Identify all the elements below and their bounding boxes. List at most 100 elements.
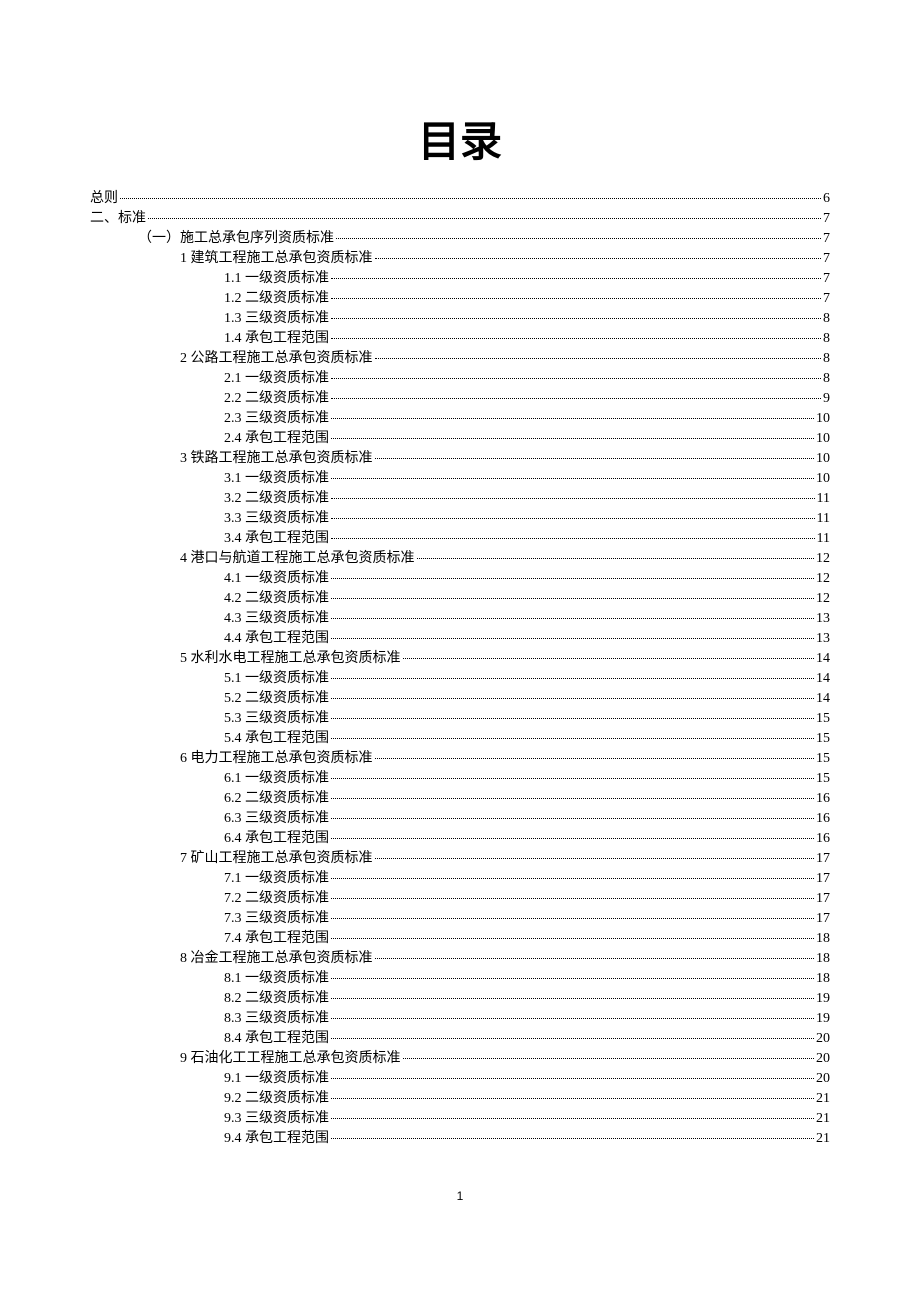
toc-entry[interactable]: 6.3 三级资质标准 16 xyxy=(90,809,830,829)
toc-leader-dots xyxy=(403,1058,815,1059)
toc-entry-label: 5.2 二级资质标准 xyxy=(224,689,329,709)
toc-entry[interactable]: 二、标准7 xyxy=(90,209,830,229)
toc-entry[interactable]: 8.1 一级资质标准18 xyxy=(90,969,830,989)
toc-entry-label: （一）施工总承包序列资质标准 xyxy=(138,229,334,249)
toc-entry[interactable]: 总则6 xyxy=(90,189,830,209)
toc-entry-label: 6.3 三级资质标准 xyxy=(224,809,329,829)
toc-entry-page: 19 xyxy=(816,989,830,1009)
toc-entry[interactable]: 3.4 承包工程范围11 xyxy=(90,529,830,549)
toc-entry[interactable]: 4 港口与航道工程施工总承包资质标准12 xyxy=(90,549,830,569)
toc-entry[interactable]: 3 铁路工程施工总承包资质标准10 xyxy=(90,449,830,469)
toc-leader-dots xyxy=(331,618,814,619)
toc-leader-dots xyxy=(331,438,814,439)
toc-entry[interactable]: 9.2 二级资质标准21 xyxy=(90,1089,830,1109)
toc-entry-page: 13 xyxy=(816,609,830,629)
toc-leader-dots xyxy=(375,858,815,859)
toc-entry-page: 16 xyxy=(816,809,830,829)
toc-entry[interactable]: 9 石油化工工程施工总承包资质标准20 xyxy=(90,1049,830,1069)
toc-entry[interactable]: 2.4 承包工程范围10 xyxy=(90,429,830,449)
toc-leader-dots xyxy=(331,998,814,999)
toc-leader-dots xyxy=(331,538,815,539)
toc-entry[interactable]: 5.3 三级资质标准15 xyxy=(90,709,830,729)
toc-leader-dots xyxy=(375,758,815,759)
toc-entry[interactable]: 6.1 一级资质标准15 xyxy=(90,769,830,789)
toc-entry-label: 8 冶金工程施工总承包资质标准 xyxy=(180,949,373,969)
toc-leader-dots xyxy=(331,598,814,599)
toc-entry[interactable]: 4.1 一级资质标准 12 xyxy=(90,569,830,589)
toc-entry[interactable]: 6 电力工程施工总承包资质标准15 xyxy=(90,749,830,769)
toc-entry[interactable]: 8.2 二级资质标准19 xyxy=(90,989,830,1009)
toc-entry-page: 16 xyxy=(816,829,830,849)
toc-entry-label: 3.3 三级资质标准 xyxy=(224,509,329,529)
toc-leader-dots xyxy=(336,238,821,239)
toc-entry[interactable]: 7.2 二级资质标准17 xyxy=(90,889,830,909)
table-of-contents: 总则6二、标准7（一）施工总承包序列资质标准71 建筑工程施工总承包资质标准71… xyxy=(90,189,830,1149)
toc-entry[interactable]: 5.2 二级资质标准14 xyxy=(90,689,830,709)
toc-leader-dots xyxy=(331,938,814,939)
toc-entry[interactable]: 9.1 一级资质标准20 xyxy=(90,1069,830,1089)
toc-entry-page: 8 xyxy=(823,369,830,389)
toc-entry-page: 12 xyxy=(816,569,830,589)
toc-entry[interactable]: 4.2 二级资质标准12 xyxy=(90,589,830,609)
toc-leader-dots xyxy=(331,978,814,979)
toc-entry-label: 7.4 承包工程范围 xyxy=(224,929,329,949)
toc-entry[interactable]: 2.2 二级资质标准9 xyxy=(90,389,830,409)
toc-entry[interactable]: 7.3 三级资质标准17 xyxy=(90,909,830,929)
toc-entry-page: 12 xyxy=(816,549,830,569)
toc-entry[interactable]: 9.4 承包工程范围21 xyxy=(90,1129,830,1149)
toc-entry[interactable]: （一）施工总承包序列资质标准7 xyxy=(90,229,830,249)
toc-leader-dots xyxy=(331,278,821,279)
toc-entry[interactable]: 8.4 承包工程范围20 xyxy=(90,1029,830,1049)
toc-leader-dots xyxy=(331,338,821,339)
toc-entry-label: 5.4 承包工程范围 xyxy=(224,729,329,749)
toc-leader-dots xyxy=(331,1038,814,1039)
toc-leader-dots xyxy=(331,738,814,739)
toc-entry[interactable]: 7.1 一级资质标准17 xyxy=(90,869,830,889)
toc-entry[interactable]: 2.1 一级资质标准 8 xyxy=(90,369,830,389)
toc-entry[interactable]: 6.2 二级资质标准16 xyxy=(90,789,830,809)
toc-entry[interactable]: 7.4 承包工程范围18 xyxy=(90,929,830,949)
toc-entry-label: 5.3 三级资质标准 xyxy=(224,709,329,729)
toc-entry[interactable]: 4.3 三级资质标准13 xyxy=(90,609,830,629)
toc-leader-dots xyxy=(120,198,821,199)
toc-entry[interactable]: 3.3 三级资质标准11 xyxy=(90,509,830,529)
toc-entry-label: 9.2 二级资质标准 xyxy=(224,1089,329,1109)
toc-leader-dots xyxy=(331,878,814,879)
toc-entry[interactable]: 8.3 三级资质标准19 xyxy=(90,1009,830,1029)
toc-leader-dots xyxy=(331,798,814,799)
toc-entry[interactable]: 6.4 承包工程范围16 xyxy=(90,829,830,849)
toc-entry-label: 2.1 一级资质标准 xyxy=(224,369,329,389)
toc-entry-label: 1 建筑工程施工总承包资质标准 xyxy=(180,249,373,269)
toc-entry[interactable]: 9.3 三级资质标准21 xyxy=(90,1109,830,1129)
toc-entry[interactable]: 5.1 一级资质标准14 xyxy=(90,669,830,689)
toc-entry-page: 11 xyxy=(817,529,830,549)
toc-leader-dots xyxy=(331,698,814,699)
toc-entry-label: 1.3 三级资质标准 xyxy=(224,309,329,329)
toc-entry-page: 19 xyxy=(816,1009,830,1029)
toc-entry[interactable]: 3.2 二级资质标准11 xyxy=(90,489,830,509)
toc-entry[interactable]: 5 水利水电工程施工总承包资质标准14 xyxy=(90,649,830,669)
toc-entry[interactable]: 1 建筑工程施工总承包资质标准7 xyxy=(90,249,830,269)
toc-entry[interactable]: 7 矿山工程施工总承包资质标准17 xyxy=(90,849,830,869)
toc-entry-label: 5 水利水电工程施工总承包资质标准 xyxy=(180,649,401,669)
toc-leader-dots xyxy=(331,518,815,519)
toc-entry-label: 9.1 一级资质标准 xyxy=(224,1069,329,1089)
toc-entry-label: 4.1 一级资质标准 xyxy=(224,569,329,589)
toc-leader-dots xyxy=(148,218,821,219)
toc-entry[interactable]: 1.2 二级资质标准7 xyxy=(90,289,830,309)
toc-entry-label: 4.4 承包工程范围 xyxy=(224,629,329,649)
toc-entry[interactable]: 4.4 承包工程范围13 xyxy=(90,629,830,649)
toc-entry[interactable]: 5.4 承包工程范围15 xyxy=(90,729,830,749)
toc-entry[interactable]: 2.3 三级资质标准10 xyxy=(90,409,830,429)
toc-entry[interactable]: 1.3 三级资质标准8 xyxy=(90,309,830,329)
toc-entry[interactable]: 8 冶金工程施工总承包资质标准18 xyxy=(90,949,830,969)
toc-entry-label: 5.1 一级资质标准 xyxy=(224,669,329,689)
toc-entry[interactable]: 2 公路工程施工总承包资质标准8 xyxy=(90,349,830,369)
toc-entry[interactable]: 1.4 承包工程范围8 xyxy=(90,329,830,349)
toc-leader-dots xyxy=(331,898,814,899)
toc-entry[interactable]: 1.1 一级资质标准7 xyxy=(90,269,830,289)
toc-leader-dots xyxy=(331,498,815,499)
toc-entry-page: 16 xyxy=(816,789,830,809)
toc-entry[interactable]: 3.1 一级资质标准10 xyxy=(90,469,830,489)
toc-entry-label: 3.1 一级资质标准 xyxy=(224,469,329,489)
